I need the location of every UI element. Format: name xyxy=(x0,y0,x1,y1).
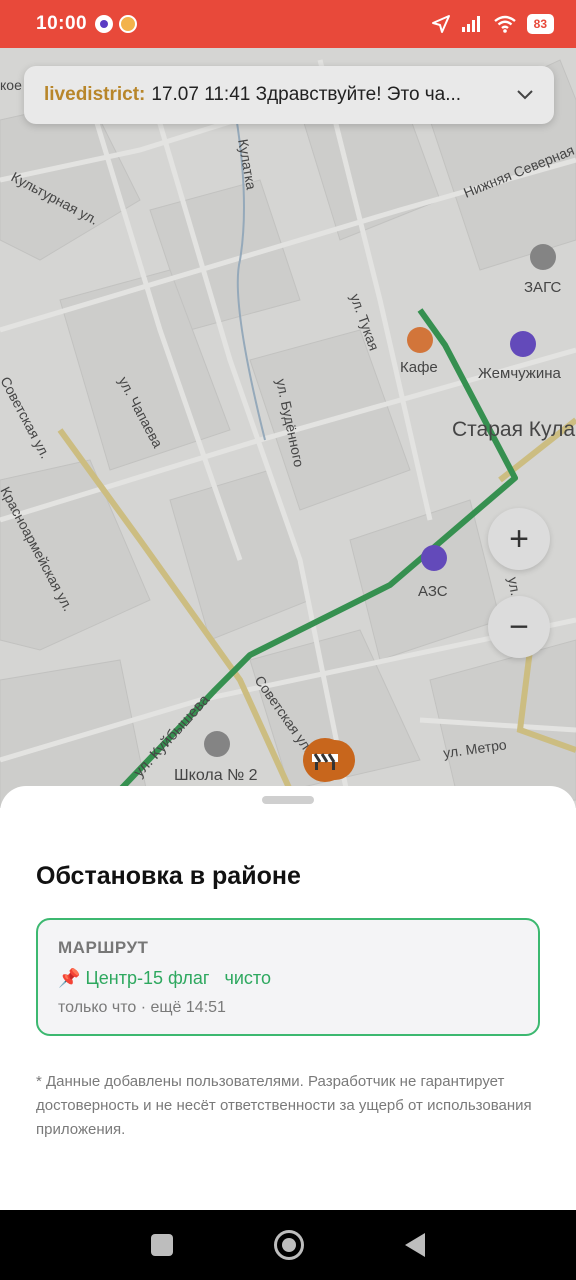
banner-message: 17.07 11:41 Здравствуйте! Это ча... xyxy=(151,84,462,105)
messenger-icon xyxy=(95,15,114,33)
system-nav-bar xyxy=(0,1210,576,1280)
route-meta: только что · ещё 14:51 xyxy=(58,999,226,1016)
back-icon[interactable] xyxy=(405,1233,426,1257)
chevron-down-icon[interactable] xyxy=(516,89,534,101)
zoom-in-button[interactable]: + xyxy=(488,508,550,570)
app-notification-icon xyxy=(119,15,138,33)
signal-icon xyxy=(461,16,480,32)
chat-banner[interactable]: livedistrict: 17.07 11:41 Здравствуйте! … xyxy=(24,66,554,124)
zoom-out-button[interactable]: − xyxy=(488,596,550,658)
notification-icons xyxy=(95,15,138,33)
status-time: 10:00 xyxy=(36,13,88,34)
status-bar: 10:00 83 xyxy=(0,0,576,48)
home-icon[interactable] xyxy=(273,1230,304,1260)
barrier-icon xyxy=(312,753,338,770)
map-view[interactable]: кое Культурная ул. Кулатка Нижняя Северн… xyxy=(0,48,576,808)
district-bottom-sheet: Обстановка в районе МАРШРУТ 📌 Центр-15 ф… xyxy=(0,786,576,1210)
sheet-drag-handle[interactable] xyxy=(262,796,314,804)
route-card[interactable]: МАРШРУТ 📌 Центр-15 флаг чисто только что… xyxy=(36,918,540,1036)
route-card-label: МАРШРУТ xyxy=(58,938,149,957)
location-arrow-icon xyxy=(431,15,450,33)
banner-source: livedistrict: xyxy=(44,84,146,105)
system-icons: 83 xyxy=(431,14,554,34)
map-canvas: кое Культурная ул. Кулатка Нижняя Северн… xyxy=(0,48,576,808)
recents-icon[interactable] xyxy=(150,1234,173,1256)
disclaimer: * Данные добавлены пользователями. Разра… xyxy=(36,1073,532,1138)
roadworks-marker[interactable] xyxy=(303,738,347,782)
route-line: 📌 Центр-15 флаг чисто xyxy=(58,968,518,989)
route-name: Центр-15 флаг xyxy=(85,968,210,988)
pin-icon: 📌 xyxy=(58,968,81,988)
route-status: чисто xyxy=(224,968,271,988)
sheet-title: Обстановка в районе xyxy=(36,862,301,890)
battery-icon: 83 xyxy=(526,14,554,34)
wifi-icon xyxy=(493,15,516,33)
